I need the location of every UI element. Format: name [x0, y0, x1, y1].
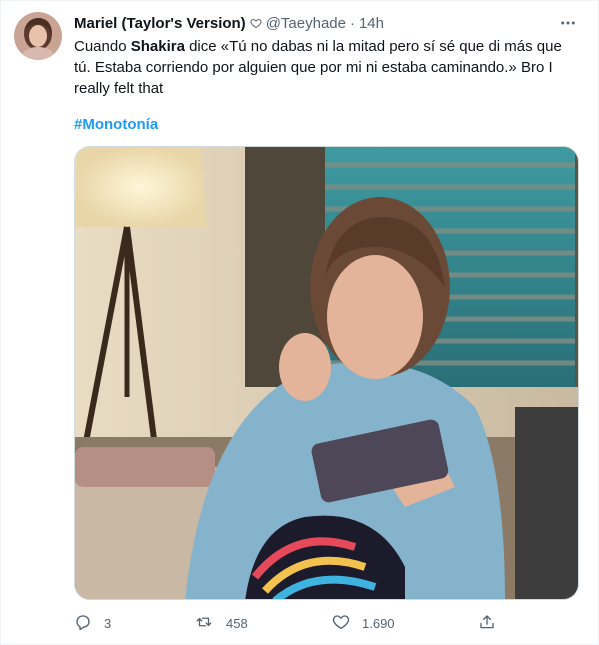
tweet-time[interactable]: 14h	[359, 15, 384, 32]
tweet-header: Mariel (Taylor's Version) @Taeyhade · 14…	[74, 13, 578, 33]
reply-button[interactable]: 3	[74, 609, 111, 637]
tweet-text-before: Cuando	[74, 38, 131, 55]
like-icon	[332, 613, 350, 634]
share-icon	[478, 613, 496, 634]
tweet-mention: Shakira	[130, 38, 185, 55]
retweet-count: 458	[226, 615, 248, 631]
tweet-text: Cuando Shakira dice «Tú no dabas ni la m…	[74, 36, 582, 99]
like-count: 1.690	[362, 615, 395, 631]
tweet-actions: 3 458 1.690	[74, 609, 504, 637]
like-button[interactable]: 1.690	[332, 609, 395, 637]
reply-count: 3	[104, 615, 112, 631]
user-handle[interactable]: @Taeyhade	[266, 15, 346, 32]
hashtag-link[interactable]: #Monotonía	[74, 114, 158, 135]
tweet-card[interactable]: Mariel (Taylor's Version) @Taeyhade · 14…	[0, 0, 599, 645]
avatar[interactable]	[14, 12, 62, 60]
more-horizontal-icon[interactable]	[558, 13, 578, 33]
retweet-icon	[194, 613, 214, 634]
retweet-button[interactable]: 458	[194, 609, 248, 637]
separator-dot: ·	[349, 14, 355, 32]
heart-outline-icon	[250, 17, 262, 29]
tweet-image[interactable]	[74, 146, 579, 600]
display-name[interactable]: Mariel (Taylor's Version)	[74, 15, 246, 32]
reply-icon	[74, 613, 92, 634]
share-button[interactable]	[478, 609, 496, 637]
